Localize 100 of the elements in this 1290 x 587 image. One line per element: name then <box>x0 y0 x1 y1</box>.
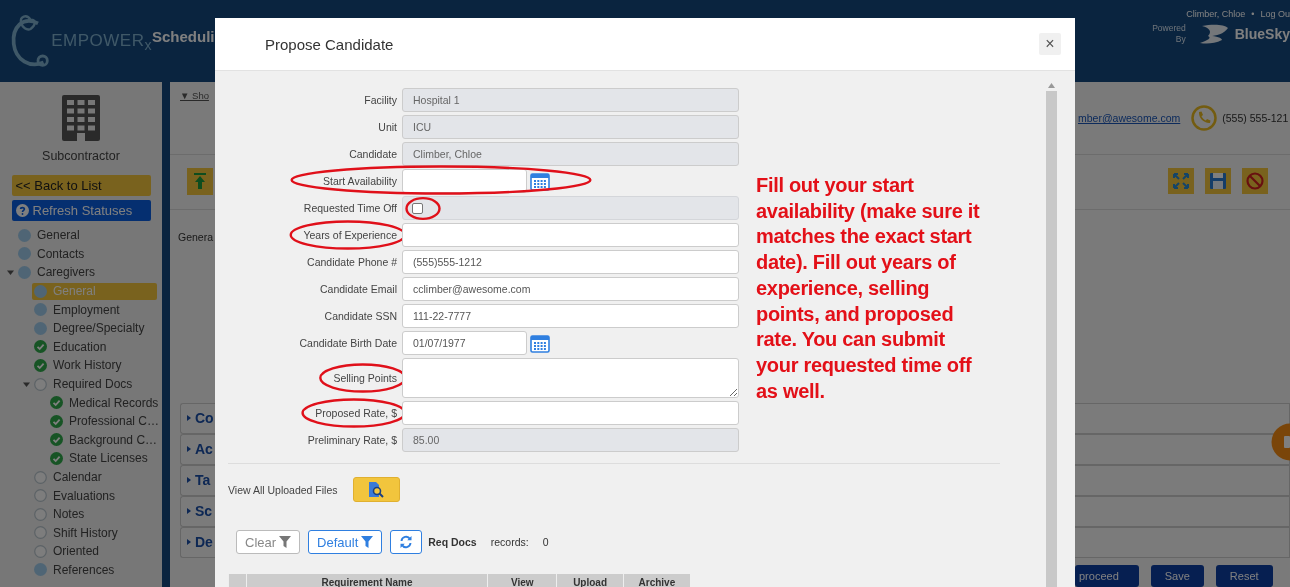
caret-icon <box>187 415 191 422</box>
field-label: Requested Time Off <box>303 202 397 214</box>
tree-item[interactable]: Employment <box>32 301 157 319</box>
action-button[interactable]: Save <box>1150 565 1204 587</box>
clear-filter-button[interactable]: Clear <box>236 530 301 554</box>
tree-item[interactable]: Shift History <box>32 524 157 542</box>
help-icon <box>15 204 29 217</box>
tree-item[interactable]: Caregivers <box>16 264 157 281</box>
input-field[interactable]: ICU <box>402 115 739 139</box>
powered-text: Powered <box>1152 23 1186 34</box>
field-label: Candidate <box>349 148 397 160</box>
tree-item[interactable]: Background C… <box>48 431 158 449</box>
caret-icon[interactable] <box>22 380 30 388</box>
cancel-icon[interactable] <box>1242 168 1268 195</box>
tree-item[interactable]: Required Docs <box>32 375 157 393</box>
action-button[interactable]: Reset <box>1215 565 1273 587</box>
input-field[interactable]: Climber, Chloe <box>402 142 739 166</box>
calendar-icon[interactable] <box>530 333 550 353</box>
refresh-button[interactable]: Refresh Statuses <box>11 200 151 221</box>
tree-item[interactable]: Education <box>32 338 157 356</box>
empty-circle-icon <box>34 526 47 540</box>
tree-item[interactable]: General <box>16 226 157 244</box>
accordion-header[interactable]: De <box>180 527 215 558</box>
field-label: Candidate Phone # <box>307 256 397 268</box>
calendar-icon[interactable] <box>530 171 550 191</box>
upload-icon[interactable] <box>187 168 213 196</box>
swoosh-logo-icon <box>1199 24 1230 44</box>
column-header[interactable]: View <box>511 576 534 587</box>
action-button[interactable]: proceed <box>1075 565 1139 587</box>
accordion-header[interactable]: Ac <box>180 434 215 465</box>
column-header[interactable]: Requirement Name <box>321 576 413 587</box>
table-label: Req Docs <box>428 536 477 548</box>
tree-item[interactable]: Evaluations <box>32 487 157 505</box>
field-label: Candidate SSN <box>324 310 397 322</box>
input-field[interactable] <box>402 223 739 247</box>
section-title: Subcontractor <box>42 149 120 163</box>
accordion-panel[interactable] <box>1075 465 1290 496</box>
status-dot-icon <box>34 284 47 298</box>
tree-item[interactable]: References <box>32 561 157 579</box>
column-header[interactable]: Upload <box>573 576 607 587</box>
phone-number: (555) 555-121 <box>1222 112 1289 124</box>
checkbox[interactable] <box>412 202 423 214</box>
input-field[interactable]: 85.00 <box>402 428 739 452</box>
accordion-panel[interactable] <box>1075 496 1290 527</box>
tree-item[interactable]: Medical Records <box>48 394 159 412</box>
view-files-button[interactable] <box>352 477 400 502</box>
save-icon[interactable] <box>1205 168 1231 195</box>
input-field[interactable]: (555)555-1212 <box>402 250 739 274</box>
field-label: Candidate Birth Date <box>299 337 397 349</box>
tree-item[interactable]: Notes <box>32 505 157 523</box>
user-name[interactable]: Climber, Chloe <box>1186 9 1246 19</box>
date-field[interactable]: 01/07/1977 <box>402 331 527 355</box>
accordion-panel[interactable] <box>1075 527 1290 558</box>
logout-link[interactable]: Log Ou <box>1260 9 1290 19</box>
accordion-header[interactable]: Ta <box>180 465 215 496</box>
check-circle-icon <box>34 358 47 372</box>
input-field[interactable]: Hospital 1 <box>402 88 739 112</box>
input-field[interactable]: cclimber@awesome.com <box>402 277 739 301</box>
back-button[interactable]: << Back to List <box>11 175 151 196</box>
phone-icon <box>1191 105 1218 131</box>
accordion-header[interactable]: Co <box>180 403 215 434</box>
caret-icon <box>187 539 191 546</box>
refresh-button[interactable] <box>390 530 423 554</box>
refresh-icon <box>399 535 414 549</box>
field-label: Facility <box>364 94 397 106</box>
accordion-header[interactable]: Sc <box>180 496 215 527</box>
text-area[interactable] <box>402 358 739 398</box>
filter-icon <box>279 536 292 548</box>
empty-circle-icon <box>34 544 47 558</box>
field-label: Start Availability <box>323 175 397 187</box>
tree-item[interactable]: Calendar <box>32 468 157 486</box>
field-label: Candidate Email <box>319 283 397 295</box>
scrollbar-thumb[interactable] <box>1045 91 1057 587</box>
column-header[interactable]: Archive <box>638 576 676 587</box>
tree-item[interactable]: Oriented <box>32 542 157 560</box>
status-dot-icon <box>34 321 47 335</box>
tree-item[interactable]: Work History <box>32 356 157 374</box>
status-dot-icon <box>18 247 31 261</box>
field-label: Unit <box>378 121 397 133</box>
tree-item[interactable]: Professional C… <box>48 412 160 430</box>
expand-icon[interactable] <box>1168 168 1194 195</box>
empty-circle-icon <box>34 489 47 503</box>
date-field[interactable] <box>402 169 527 193</box>
show-link[interactable]: ▼ Sho <box>180 90 215 101</box>
default-filter-button[interactable]: Default <box>308 530 383 554</box>
empty-circle-icon <box>34 470 47 484</box>
building-icon <box>62 95 100 141</box>
caret-icon[interactable] <box>6 269 14 276</box>
input-field[interactable]: 111-22-7777 <box>402 304 739 328</box>
tree-item[interactable]: State Licenses <box>48 449 157 467</box>
arrow-up-icon[interactable] <box>1047 83 1055 88</box>
tree-item[interactable]: Contacts <box>16 245 157 263</box>
email-link[interactable]: mber@awesome.com <box>1078 112 1181 124</box>
empty-circle-icon <box>34 377 47 391</box>
check-circle-icon <box>50 414 63 428</box>
input-field[interactable] <box>402 401 739 425</box>
tree-item[interactable]: Degree/Specialty <box>32 319 157 337</box>
field-label: Preliminary Rate, $ <box>307 434 397 446</box>
section-label: Genera <box>178 231 215 244</box>
close-button[interactable]: × <box>1039 33 1061 55</box>
